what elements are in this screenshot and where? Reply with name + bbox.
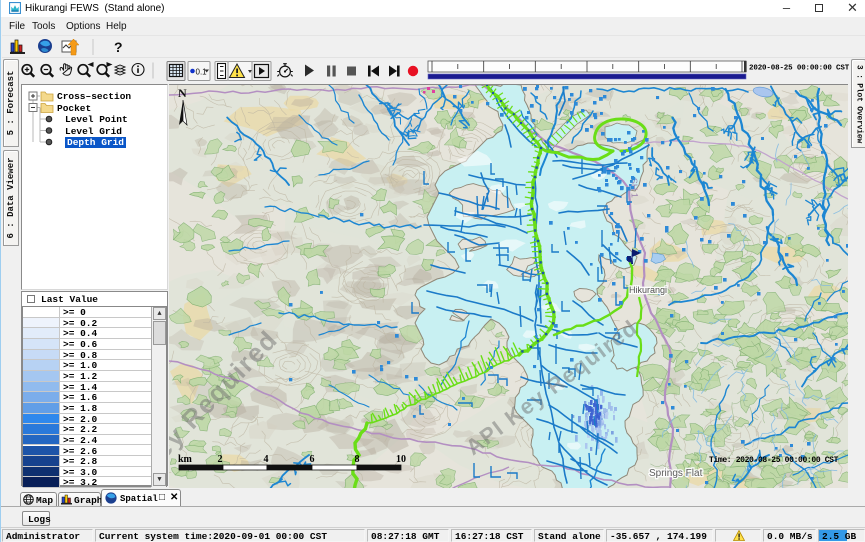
svg-text:8: 8 bbox=[355, 454, 360, 465]
svg-text:N: N bbox=[178, 86, 187, 100]
svg-text:Springs Flat: Springs Flat bbox=[649, 468, 703, 479]
svg-text:4: 4 bbox=[264, 454, 269, 465]
svg-text:?: ? bbox=[114, 39, 123, 55]
svg-text:10: 10 bbox=[396, 454, 406, 465]
svg-text:0.1: 0.1 bbox=[196, 68, 208, 77]
svg-text:6: 6 bbox=[310, 454, 315, 465]
svg-text:Hikurangi: Hikurangi bbox=[629, 285, 667, 295]
svg-text:2: 2 bbox=[218, 454, 223, 465]
svg-text:km: km bbox=[178, 454, 193, 465]
svg-text:Time: 2020-08-25 00:00:00 CST: Time: 2020-08-25 00:00:00 CST bbox=[709, 456, 839, 465]
svg-text:2020-08-25 00:00:00 CST: 2020-08-25 00:00:00 CST bbox=[749, 65, 850, 73]
